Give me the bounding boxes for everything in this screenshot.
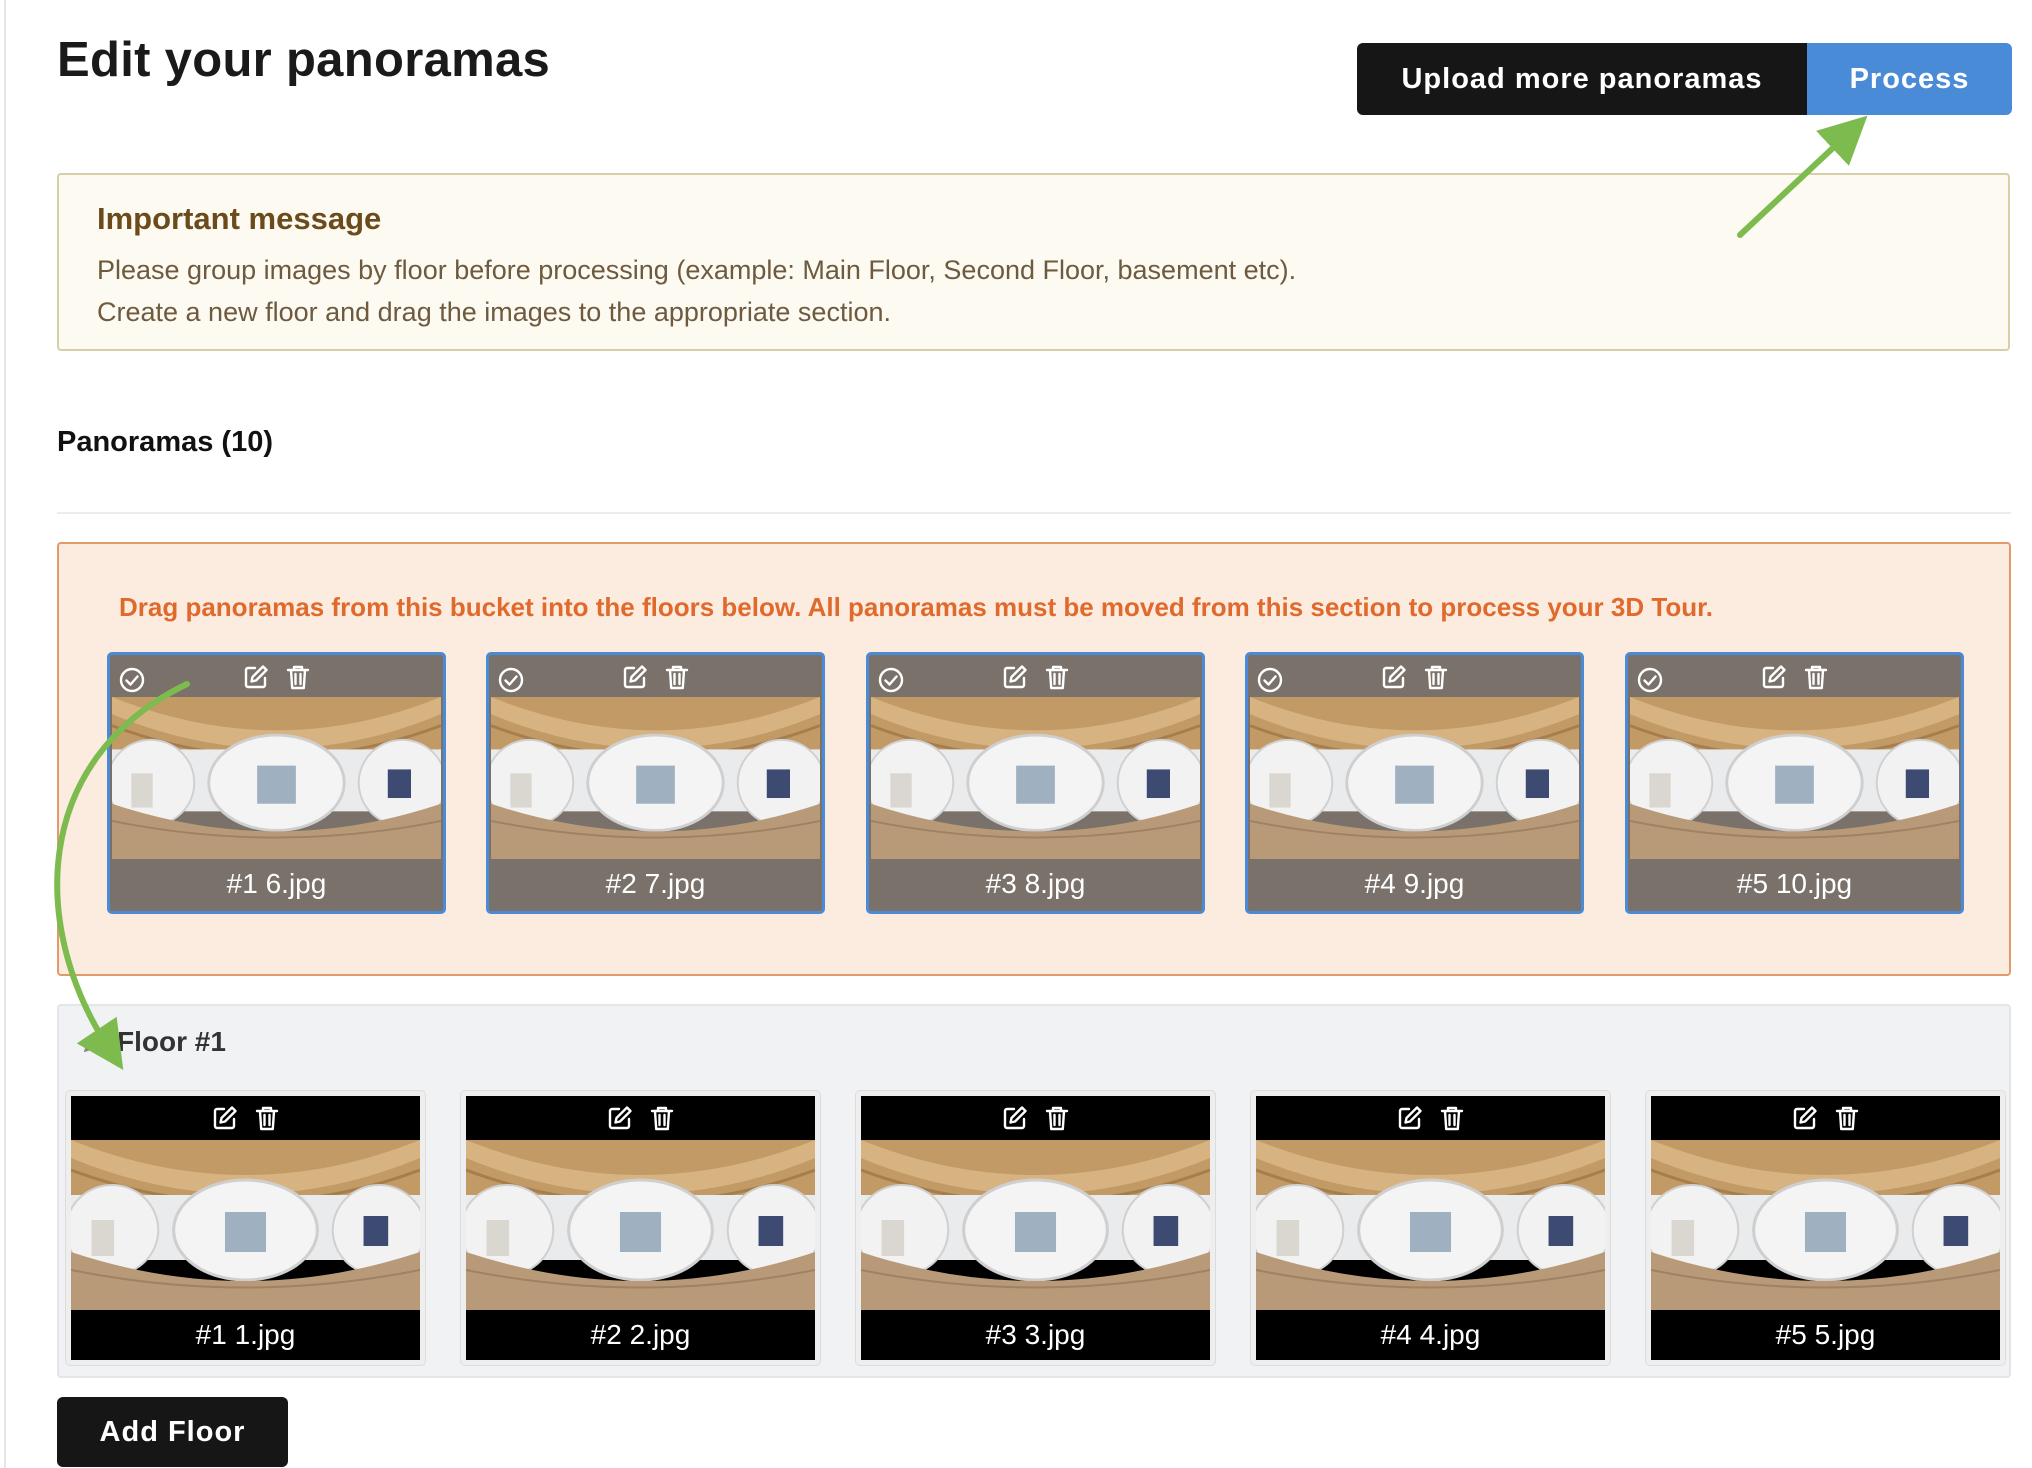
floor-panorama-card[interactable]: #2 2.jpg bbox=[461, 1091, 820, 1365]
floor-header: Floor #1 bbox=[79, 1026, 226, 1058]
panorama-label: #2 2.jpg bbox=[590, 1319, 691, 1350]
pencil-icon[interactable] bbox=[79, 1027, 109, 1057]
bucket-panorama-card[interactable]: #1 6.jpg bbox=[107, 652, 446, 914]
panorama-thumbnail bbox=[861, 1140, 1210, 1310]
trash-icon[interactable] bbox=[1802, 663, 1830, 691]
panorama-thumbnail bbox=[71, 1140, 420, 1310]
page-title: Edit your panoramas bbox=[57, 33, 551, 87]
floor-title[interactable]: Floor #1 bbox=[117, 1026, 226, 1058]
floor-panorama-card[interactable]: #1 1.jpg bbox=[66, 1091, 425, 1365]
edit-icon[interactable] bbox=[1760, 663, 1788, 691]
card-toolbar bbox=[1651, 1096, 2000, 1140]
process-button[interactable]: Process bbox=[1807, 43, 2012, 115]
floor-panorama-card[interactable]: #3 3.jpg bbox=[856, 1091, 1215, 1365]
card-toolbar bbox=[869, 655, 1202, 699]
check-circle-icon[interactable] bbox=[1636, 666, 1664, 694]
panorama-label: #5 5.jpg bbox=[1775, 1319, 1876, 1350]
panorama-label: #4 4.jpg bbox=[1380, 1319, 1481, 1350]
check-circle-icon[interactable] bbox=[497, 666, 525, 694]
panoramas-section-title: Panoramas (10) bbox=[57, 426, 273, 458]
panorama-thumbnail bbox=[112, 697, 441, 859]
edit-icon[interactable] bbox=[1001, 1104, 1029, 1132]
card-toolbar bbox=[489, 655, 822, 699]
important-message-box: Important message Please group images by… bbox=[57, 173, 2010, 351]
panorama-thumbnail bbox=[491, 697, 820, 859]
panorama-label: #2 7.jpg bbox=[605, 868, 706, 899]
trash-icon[interactable] bbox=[1438, 1104, 1466, 1132]
trash-icon[interactable] bbox=[1043, 1104, 1071, 1132]
edit-icon[interactable] bbox=[1396, 1104, 1424, 1132]
check-circle-icon[interactable] bbox=[118, 666, 146, 694]
panorama-thumbnail bbox=[871, 697, 1200, 859]
panorama-label: #4 9.jpg bbox=[1364, 868, 1465, 899]
panorama-thumbnail bbox=[1630, 697, 1959, 859]
bucket-panorama-card[interactable]: #2 7.jpg bbox=[486, 652, 825, 914]
floor-panorama-card[interactable]: #5 5.jpg bbox=[1646, 1091, 2005, 1365]
card-toolbar bbox=[71, 1096, 420, 1140]
card-toolbar bbox=[1628, 655, 1961, 699]
upload-more-panoramas-button[interactable]: Upload more panoramas bbox=[1357, 43, 1807, 115]
panorama-thumbnail bbox=[1256, 1140, 1605, 1310]
add-floor-button[interactable]: Add Floor bbox=[57, 1397, 288, 1467]
check-circle-icon[interactable] bbox=[1256, 666, 1284, 694]
edit-icon[interactable] bbox=[606, 1104, 634, 1132]
card-toolbar bbox=[466, 1096, 815, 1140]
message-title: Important message bbox=[97, 201, 382, 236]
page-left-rule bbox=[4, 0, 6, 1468]
panorama-label: #5 10.jpg bbox=[1736, 868, 1853, 899]
edit-icon[interactable] bbox=[1791, 1104, 1819, 1132]
panorama-label: #1 1.jpg bbox=[195, 1319, 296, 1350]
card-toolbar bbox=[1248, 655, 1581, 699]
check-circle-icon[interactable] bbox=[877, 666, 905, 694]
panorama-thumbnail bbox=[1250, 697, 1579, 859]
panorama-label: #1 6.jpg bbox=[226, 868, 327, 899]
trash-icon[interactable] bbox=[284, 663, 312, 691]
trash-icon[interactable] bbox=[1422, 663, 1450, 691]
edit-icon[interactable] bbox=[211, 1104, 239, 1132]
trash-icon[interactable] bbox=[1043, 663, 1071, 691]
trash-icon[interactable] bbox=[648, 1104, 676, 1132]
trash-icon[interactable] bbox=[663, 663, 691, 691]
message-line-1: Please group images by floor before proc… bbox=[97, 255, 1297, 285]
bucket-panorama-card[interactable]: #3 8.jpg bbox=[866, 652, 1205, 914]
bucket-panorama-card[interactable]: #4 9.jpg bbox=[1245, 652, 1584, 914]
edit-icon[interactable] bbox=[1380, 663, 1408, 691]
bucket-instructions: Drag panoramas from this bucket into the… bbox=[119, 592, 1713, 622]
edit-icon[interactable] bbox=[621, 663, 649, 691]
card-toolbar bbox=[861, 1096, 1210, 1140]
trash-icon[interactable] bbox=[1833, 1104, 1861, 1132]
message-line-2: Create a new floor and drag the images t… bbox=[97, 297, 891, 327]
card-toolbar bbox=[110, 655, 443, 699]
panorama-label: #3 3.jpg bbox=[985, 1319, 1086, 1350]
panorama-thumbnail bbox=[1651, 1140, 2000, 1310]
edit-icon[interactable] bbox=[242, 663, 270, 691]
bucket-panorama-card[interactable]: #5 10.jpg bbox=[1625, 652, 1964, 914]
edit-icon[interactable] bbox=[1001, 663, 1029, 691]
trash-icon[interactable] bbox=[253, 1104, 281, 1132]
panorama-thumbnail bbox=[466, 1140, 815, 1310]
floor-panorama-card[interactable]: #4 4.jpg bbox=[1251, 1091, 1610, 1365]
card-toolbar bbox=[1256, 1096, 1605, 1140]
section-divider bbox=[57, 512, 2011, 514]
panorama-label: #3 8.jpg bbox=[985, 868, 1086, 899]
